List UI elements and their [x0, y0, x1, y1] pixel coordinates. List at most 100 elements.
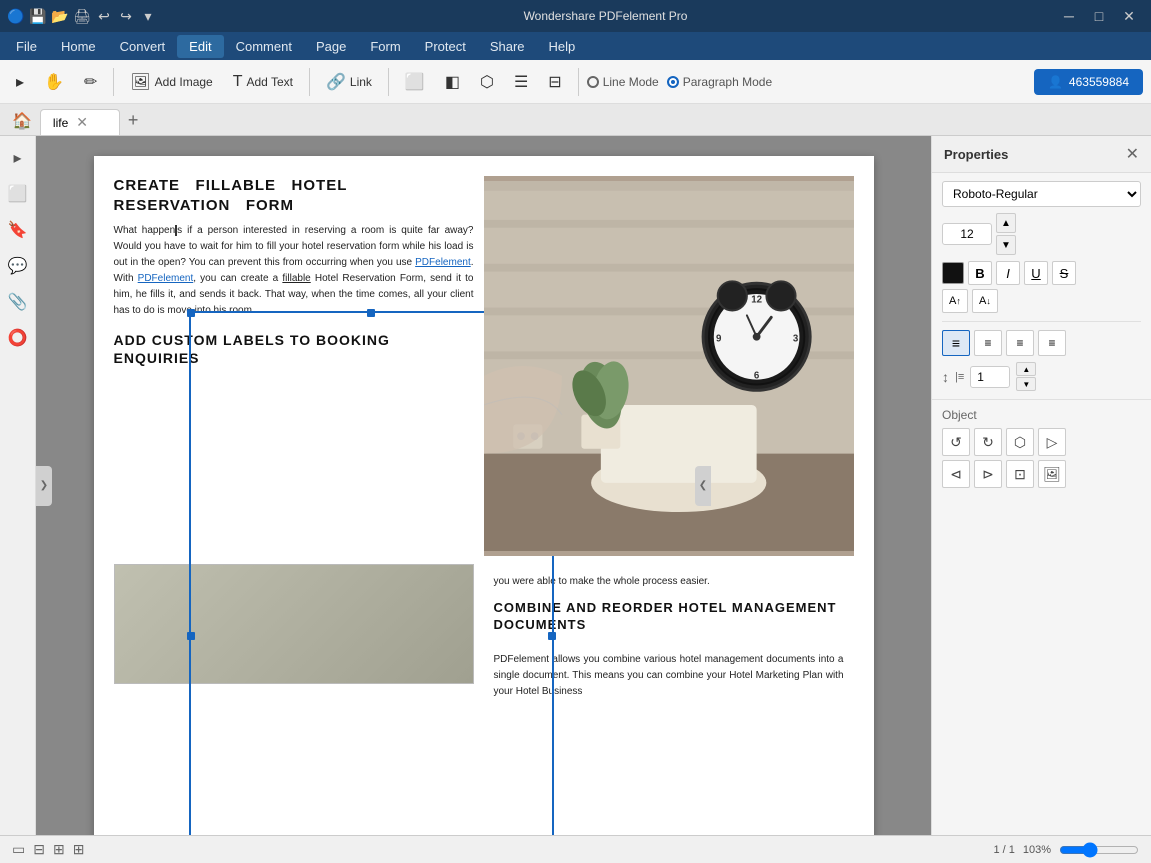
strikethrough-button[interactable]: S: [1052, 261, 1076, 285]
sidebar-thumbnail-tool[interactable]: ⬜: [4, 180, 32, 208]
tab-life[interactable]: life ✕: [40, 109, 120, 135]
line-mode-option[interactable]: Line Mode: [587, 75, 659, 89]
select-tool-button[interactable]: ▸: [8, 68, 32, 96]
text-color-button[interactable]: [942, 262, 964, 284]
divider-1: [942, 321, 1141, 322]
add-text-label: Add Text: [247, 75, 293, 89]
separator-2: [309, 68, 310, 96]
align-left-obj-button[interactable]: ⊲: [942, 460, 970, 488]
print-icon[interactable]: 🖨: [74, 8, 90, 24]
page-layout-icon-1[interactable]: ▭: [12, 841, 25, 858]
open-icon[interactable]: 📂: [52, 8, 68, 24]
app-icon: 🔵: [8, 8, 24, 24]
split-tool-button[interactable]: ⊟: [540, 68, 569, 96]
menu-file[interactable]: File: [4, 35, 49, 58]
object-section: Object ↺ ↻ ⬡ ▷ ⊲ ⊳ ⊡ 🖼: [932, 400, 1151, 500]
italic-button[interactable]: I: [996, 261, 1020, 285]
zoom-level: 103%: [1023, 844, 1051, 856]
sidebar-select-tool[interactable]: ▸: [4, 144, 32, 172]
left-column: CREATE FILLABLE HOTELRESERVATION FORM Wh…: [114, 176, 484, 556]
save-icon[interactable]: 💾: [30, 8, 46, 24]
menu-edit[interactable]: Edit: [177, 35, 223, 58]
crop-tool-button[interactable]: ⬜: [397, 68, 433, 96]
menu-page[interactable]: Page: [304, 35, 358, 58]
home-button[interactable]: 🏠: [4, 107, 40, 135]
sidebar-comment-tool[interactable]: 💬: [4, 252, 32, 280]
font-family-select[interactable]: Roboto-Regular: [942, 181, 1141, 207]
add-image-button[interactable]: 🖼 Add Image: [122, 68, 220, 96]
align-right-button[interactable]: ≡: [1006, 330, 1034, 356]
content-tool-button[interactable]: ☰: [506, 68, 536, 96]
paragraph-mode-radio[interactable]: [667, 76, 679, 88]
crop-obj-button[interactable]: ⊡: [1006, 460, 1034, 488]
font-section: Roboto-Regular ▲ ▼ B I U S A↑: [932, 173, 1151, 400]
replace-image-button[interactable]: 🖼: [1038, 460, 1066, 488]
redact-tool-button[interactable]: ◧: [437, 68, 468, 96]
redo-icon[interactable]: ↪: [118, 8, 134, 24]
left-sidebar-toggle[interactable]: ❯: [36, 466, 52, 506]
maximize-button[interactable]: □: [1085, 2, 1113, 30]
rotate-left-button[interactable]: ↺: [942, 428, 970, 456]
hand-icon: ✋: [44, 72, 64, 92]
document-scroll[interactable]: CREATE FILLABLE HOTELRESERVATION FORM Wh…: [36, 136, 931, 835]
close-button[interactable]: ✕: [1115, 2, 1143, 30]
zoom-slider[interactable]: [1059, 842, 1139, 858]
page-layout-icon-3[interactable]: ⊞: [53, 841, 65, 858]
flip-h-button[interactable]: ▷: [1038, 428, 1066, 456]
menu-share[interactable]: Share: [478, 35, 537, 58]
superscript-button[interactable]: A↑: [942, 289, 968, 313]
bottom-right-column: you were able to make the whole process …: [484, 564, 854, 710]
line-mode-radio[interactable]: [587, 76, 599, 88]
paragraph-mode-option[interactable]: Paragraph Mode: [667, 75, 772, 89]
bold-button[interactable]: B: [968, 261, 992, 285]
sidebar-attachment-tool[interactable]: 📎: [4, 288, 32, 316]
text-icon: T: [233, 73, 243, 91]
spacing-down-button[interactable]: ▼: [1016, 377, 1036, 391]
link-button[interactable]: 🔗 Link: [318, 68, 380, 96]
menu-convert[interactable]: Convert: [108, 35, 178, 58]
line-spacing-input[interactable]: [970, 366, 1010, 388]
object-title: Object: [942, 408, 1141, 422]
paragraph-mode-label: Paragraph Mode: [683, 75, 772, 89]
menu-help[interactable]: Help: [537, 35, 588, 58]
font-size-up-button[interactable]: ▲: [996, 213, 1016, 233]
undo-icon[interactable]: ↩: [96, 8, 112, 24]
window-controls: ─ □ ✕: [1055, 2, 1143, 30]
tab-close-button[interactable]: ✕: [76, 114, 88, 131]
tabbar: 🏠 life ✕ +: [0, 104, 1151, 136]
edit-tool-button[interactable]: ✏: [76, 68, 105, 96]
user-account-button[interactable]: 👤 463559884: [1034, 69, 1143, 95]
menu-comment[interactable]: Comment: [224, 35, 304, 58]
align-right-obj-button[interactable]: ⊳: [974, 460, 1002, 488]
align-justify-button[interactable]: ≡: [1038, 330, 1066, 356]
user-icon: 👤: [1048, 75, 1063, 89]
hand-tool-button[interactable]: ✋: [36, 68, 72, 96]
sidebar-search-tool[interactable]: ⭕: [4, 324, 32, 352]
separator-4: [578, 68, 579, 96]
right-sidebar-toggle[interactable]: ❮: [695, 466, 711, 506]
font-size-down-button[interactable]: ▼: [996, 235, 1016, 255]
menu-form[interactable]: Form: [358, 35, 412, 58]
rotate-right-button[interactable]: ↻: [974, 428, 1002, 456]
flip-v-button[interactable]: ⬡: [1006, 428, 1034, 456]
properties-close-button[interactable]: ✕: [1126, 144, 1139, 164]
new-tab-button[interactable]: +: [120, 106, 147, 135]
add-text-button[interactable]: T Add Text: [225, 69, 301, 95]
menu-home[interactable]: Home: [49, 35, 108, 58]
subscript-button[interactable]: A↓: [972, 289, 998, 313]
content-icon: ☰: [514, 72, 528, 92]
page-layout-icon-2[interactable]: ⊟: [33, 841, 45, 858]
menu-protect[interactable]: Protect: [413, 35, 478, 58]
spacing-up-button[interactable]: ▲: [1016, 362, 1036, 376]
sidebar-bookmark-tool[interactable]: 🔖: [4, 216, 32, 244]
svg-text:3: 3: [792, 334, 798, 345]
align-left-button[interactable]: ≡: [942, 330, 970, 356]
titlebar-left: 🔵 💾 📂 🖨 ↩ ↪ ▾: [8, 8, 156, 24]
font-size-input[interactable]: [942, 223, 992, 245]
dropdown-icon[interactable]: ▾: [140, 8, 156, 24]
align-center-button[interactable]: ≡: [974, 330, 1002, 356]
minimize-button[interactable]: ─: [1055, 2, 1083, 30]
page-layout-icon-4[interactable]: ⊞: [73, 841, 85, 858]
shape-tool-button[interactable]: ⬡: [472, 68, 502, 96]
underline-button[interactable]: U: [1024, 261, 1048, 285]
